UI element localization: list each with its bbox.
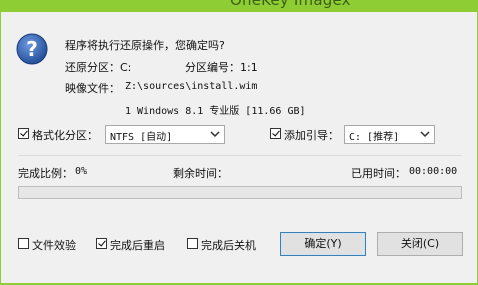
progress-value: 0% bbox=[75, 166, 88, 177]
confirm-question: 程序将执行还原操作，您确定吗? bbox=[65, 39, 225, 52]
window-border-left bbox=[0, 0, 1, 285]
image-file-label: 映像文件： bbox=[65, 82, 120, 95]
boot-select-value: C: [推荐] bbox=[349, 132, 400, 143]
add-boot-label: 添加引导： bbox=[284, 129, 339, 142]
file-verify-checkbox[interactable] bbox=[18, 238, 29, 249]
boot-select[interactable]: C: [推荐] bbox=[344, 125, 435, 144]
elapsed-time-label: 已用时间： bbox=[351, 167, 406, 180]
restore-partition-text: 还原分区：C: bbox=[65, 61, 132, 74]
format-select[interactable]: NTFS [自动] bbox=[105, 125, 225, 144]
elapsed-time-value: 00:00:00 bbox=[409, 166, 458, 177]
svg-text:?: ? bbox=[26, 37, 38, 61]
image-file-path: Z:\sources\install.wim bbox=[125, 81, 258, 92]
file-verify-label: 文件效验 bbox=[32, 239, 76, 252]
question-icon: ? bbox=[16, 33, 48, 65]
format-select-value: NTFS [自动] bbox=[110, 132, 173, 143]
shutdown-after-label: 完成后关机 bbox=[201, 239, 256, 252]
shutdown-after-checkbox[interactable] bbox=[187, 238, 198, 249]
progress-label: 完成比例： bbox=[18, 167, 73, 180]
image-info: 1 Windows 8.1 专业版 [11.66 GB] bbox=[125, 106, 306, 117]
close-button[interactable]: 关闭(C) bbox=[377, 232, 463, 256]
add-boot-checkbox[interactable] bbox=[270, 128, 281, 139]
progress-bar bbox=[18, 186, 462, 199]
chevron-down-icon bbox=[420, 131, 430, 138]
reboot-after-label: 完成后重启 bbox=[110, 239, 165, 252]
chevron-down-icon bbox=[210, 131, 220, 138]
format-partition-label: 格式化分区： bbox=[32, 129, 98, 142]
partition-number-text: 分区编号：1:1 bbox=[185, 61, 258, 74]
title-bar[interactable]: OneKey Imagex bbox=[0, 0, 478, 12]
remaining-time-label: 剩余时间： bbox=[173, 167, 228, 180]
format-partition-checkbox[interactable] bbox=[18, 128, 29, 139]
window-title: OneKey Imagex bbox=[230, 0, 351, 9]
ok-button[interactable]: 确定(Y) bbox=[280, 232, 366, 256]
separator bbox=[18, 155, 462, 156]
reboot-after-checkbox[interactable] bbox=[96, 238, 107, 249]
